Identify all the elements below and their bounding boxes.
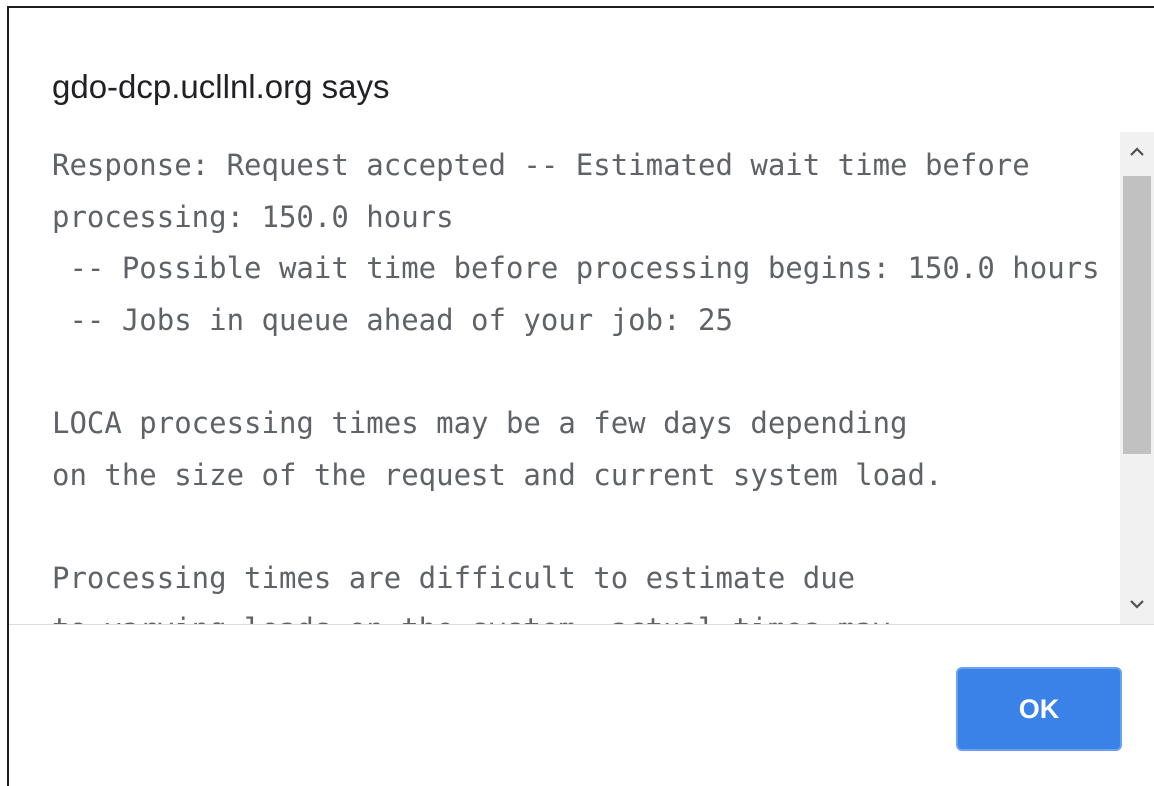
dialog-message: Response: Request accepted -- Estimated … bbox=[52, 148, 1100, 624]
page: gdo-dcp.ucllnl.org says Response: Reques… bbox=[0, 0, 1154, 786]
scroll-up-button[interactable] bbox=[1120, 132, 1154, 172]
alert-dialog: gdo-dcp.ucllnl.org says Response: Reques… bbox=[7, 6, 1154, 786]
message-scroll-area[interactable]: Response: Request accepted -- Estimated … bbox=[9, 132, 1154, 624]
vertical-scrollbar[interactable] bbox=[1120, 132, 1154, 624]
scroll-thumb[interactable] bbox=[1123, 176, 1151, 454]
background-page-edge bbox=[0, 0, 7, 786]
ok-button[interactable]: OK bbox=[956, 667, 1122, 751]
chevron-up-icon bbox=[1130, 147, 1144, 156]
dialog-title: gdo-dcp.ucllnl.org says bbox=[52, 68, 390, 105]
scroll-down-button[interactable] bbox=[1120, 584, 1154, 624]
chevron-down-icon bbox=[1130, 600, 1144, 609]
footer-divider bbox=[9, 624, 1154, 625]
